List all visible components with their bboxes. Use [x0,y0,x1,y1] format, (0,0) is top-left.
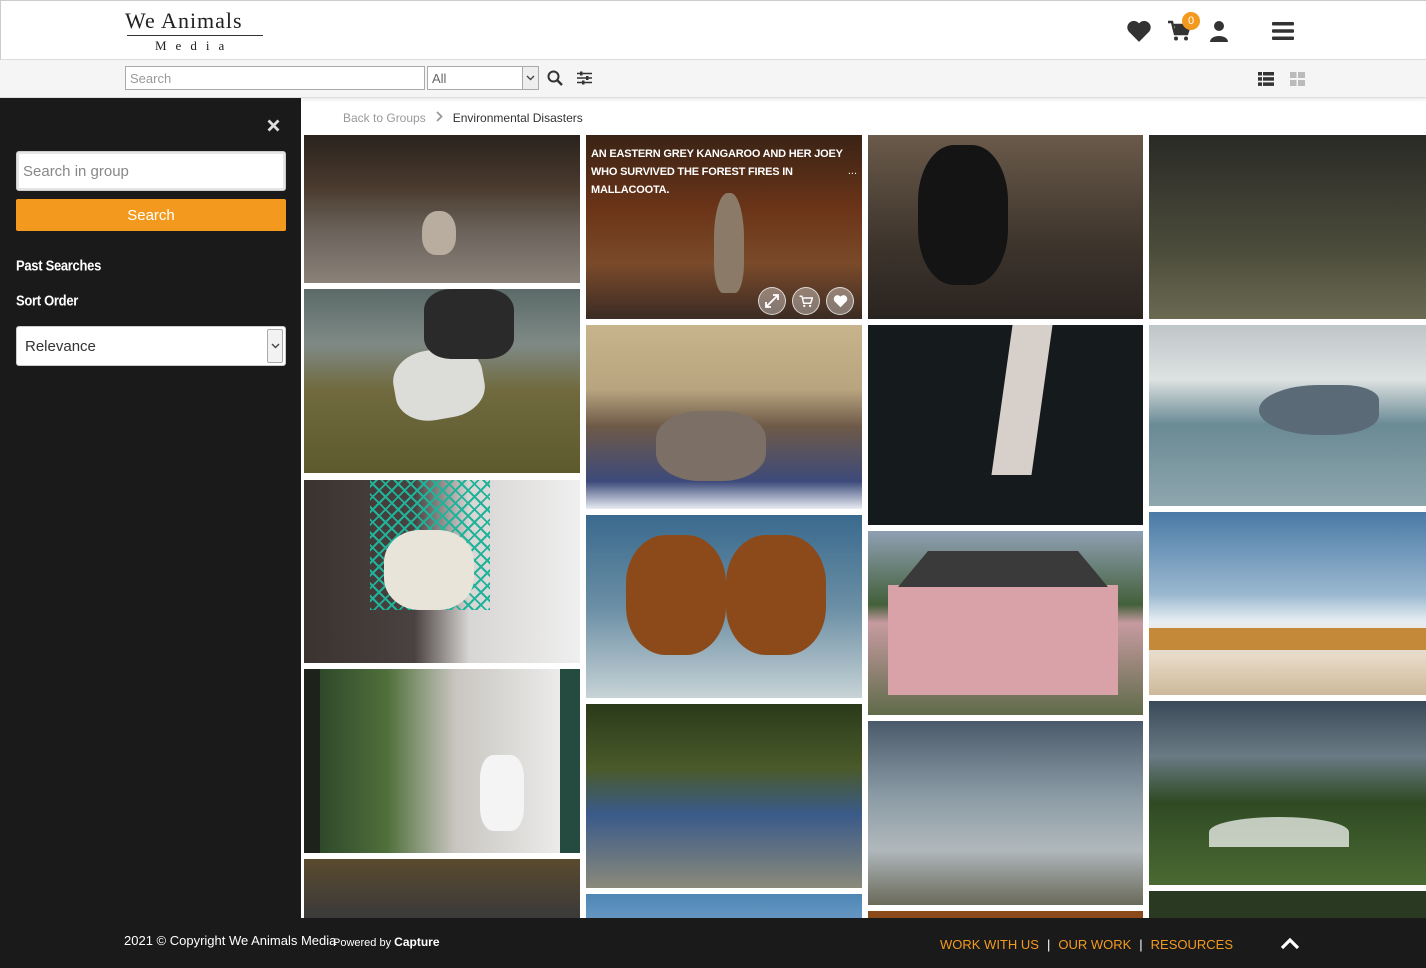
gallery-image-bird-in-net[interactable] [304,480,580,663]
group-search-button[interactable]: Search [16,199,286,231]
sort-order-label: Sort Order [16,292,79,309]
search-scope-value: All [432,70,447,86]
group-search-input[interactable] [16,151,286,191]
gallery-image-trees-partial[interactable] [1149,891,1426,918]
gallery-image-burnt-field[interactable] [1149,135,1426,319]
scroll-to-top-icon[interactable] [1278,932,1302,954]
footer-link-work-with-us[interactable]: WORK WITH US [940,937,1039,952]
image-caption: An Eastern grey kangaroo and her joey wh… [591,148,843,196]
sliders-icon[interactable] [573,67,595,89]
image-actions [758,287,854,315]
footer-divider: | [1139,937,1143,952]
copyright-text: 2021 © Copyright We Animals Media [124,933,337,948]
gallery-image-beached-shark[interactable] [1149,325,1426,506]
gallery-image-partial[interactable] [868,911,1143,918]
search-scope-select[interactable]: All [427,66,539,90]
gallery-image-dead-fish[interactable] [868,721,1143,905]
gallery-image-sky[interactable] [586,894,862,918]
gallery-image-oily-hands[interactable] [586,515,862,698]
gallery-image-kangaroo-rescue[interactable] [304,289,580,473]
sort-order-select[interactable]: Relevance [16,326,286,366]
user-icon[interactable] [1206,18,1232,44]
close-icon[interactable] [264,116,282,134]
gallery-image-beach-cleanup[interactable] [1149,512,1426,695]
powered-by-label: Powered by [333,937,392,949]
footer-link-our-work[interactable]: OUR WORK [1058,937,1131,952]
grid-view-icon[interactable] [1286,68,1308,90]
caption-more-indicator: ... [847,165,857,177]
gallery-image-pink-house[interactable] [868,531,1143,715]
we-animals-logo[interactable]: We Animals Media [125,9,265,53]
powered-by-brand[interactable]: Capture [394,935,439,949]
gallery-image-black-cow[interactable] [868,135,1143,319]
global-search-input[interactable] [125,66,425,90]
site-footer: 2021 © Copyright We Animals Media Powere… [0,918,1426,968]
add-to-cart-icon[interactable] [792,287,820,315]
breadcrumb: Back to Groups Environmental Disasters [343,111,583,125]
image-gallery: An Eastern grey kangaroo and her joey wh… [304,135,1426,918]
search-toolbar: All [0,60,1426,98]
expand-icon[interactable] [758,287,786,315]
gallery-image-kangaroo-joey[interactable]: An Eastern grey kangaroo and her joey wh… [586,135,862,319]
group-sidebar: Search Past Searches Sort Order Relevanc… [0,98,301,918]
cart-icon[interactable]: 0 [1166,12,1200,44]
powered-by: Powered by Capture [333,935,440,949]
gallery-image-swamp-fish[interactable] [586,704,862,888]
logo-rule [127,35,263,36]
gallery-image-water-cannon[interactable] [1149,701,1426,885]
logo-line1: We Animals [125,8,243,33]
site-header: We Animals Media 0 [0,0,1426,60]
footer-links: WORK WITH US | OUR WORK | RESOURCES [940,937,1233,952]
chevron-right-icon [436,111,443,125]
list-view-icon[interactable] [1255,68,1277,90]
chevron-down-icon [522,67,538,89]
footer-divider: | [1046,937,1051,952]
past-searches-label[interactable]: Past Searches [16,257,101,274]
back-to-groups-link[interactable]: Back to Groups [343,111,426,125]
sort-order-value: Relevance [25,337,96,355]
chevron-down-icon [267,329,283,363]
gallery-image-forest-floor[interactable] [304,859,580,918]
breadcrumb-current: Environmental Disasters [452,111,583,125]
gallery-image-koala-feeding[interactable] [586,325,862,509]
gallery-image-koala-road[interactable] [304,135,580,283]
favorite-icon[interactable] [826,287,854,315]
logo-line2: Media [155,38,234,53]
hamburger-menu-icon[interactable] [1270,18,1296,44]
search-icon[interactable] [544,67,566,89]
footer-link-resources[interactable]: RESOURCES [1151,937,1233,952]
gallery-image-flooded-roof[interactable] [868,325,1143,525]
heart-icon[interactable] [1126,18,1152,44]
gallery-image-woman-porch[interactable] [304,669,580,853]
cart-count-badge: 0 [1182,12,1200,30]
header-icons: 0 [1126,12,1296,47]
